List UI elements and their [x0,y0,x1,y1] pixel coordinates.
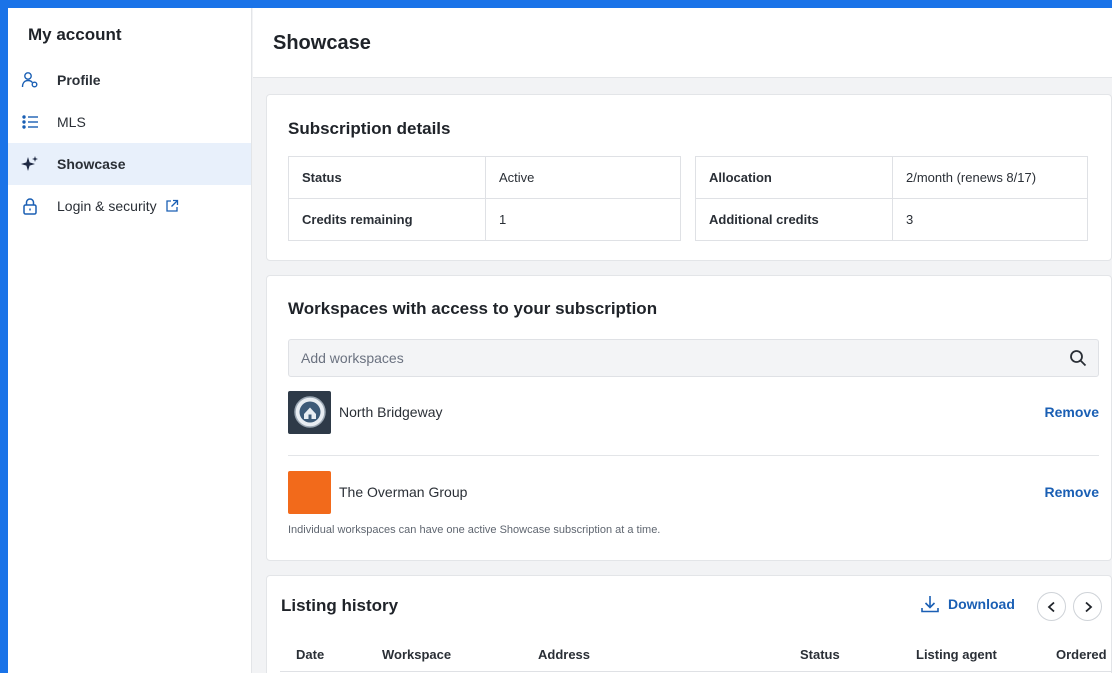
table-row: Allocation 2/month (renews 8/17) [695,156,1088,199]
user-badge-icon [21,71,39,89]
page-title: Showcase [273,32,371,54]
sidebar-item-label: Login & security [57,198,157,214]
workspace-logo [288,470,331,514]
sidebar-item-label: Profile [57,72,101,88]
status-label: Status [288,156,486,199]
sparkle-icon [21,155,39,173]
sidebar-nav: Profile MLS Showcase Login & security [8,59,251,227]
next-page-button[interactable] [1073,592,1102,621]
divider [280,671,1112,672]
table-row: Credits remaining 1 [288,198,681,241]
list-item: North Bridgeway Remove [288,389,1099,435]
column-header-ordered: Ordered [1056,647,1107,662]
divider [288,455,1099,456]
table-row: Additional credits 3 [695,198,1088,241]
external-link-icon [165,199,179,213]
column-header-date: Date [296,647,325,662]
search-icon[interactable] [1058,340,1098,376]
sidebar-item-mls[interactable]: MLS [8,101,251,143]
sidebar-item-showcase[interactable]: Showcase [8,143,251,185]
column-header-listing-agent: Listing agent [916,647,997,662]
subscription-details-card: Subscription details Status Active Credi… [266,94,1112,261]
sidebar-item-login-security[interactable]: Login & security [8,185,251,227]
workspaces-card: Workspaces with access to your subscript… [266,275,1112,561]
download-button[interactable]: Download [920,594,1015,614]
column-header-status: Status [800,647,840,662]
table-row: Status Active [288,156,681,199]
allocation-value: 2/month (renews 8/17) [892,156,1088,199]
additional-credits-label: Additional credits [695,198,893,241]
sidebar: My account Profile MLS Showcase Login & … [8,8,252,673]
app-frame: My account Profile MLS Showcase Login & … [8,8,1112,673]
column-header-address: Address [538,647,591,662]
download-label: Download [948,596,1015,612]
sidebar-title: My account [28,25,122,44]
listing-history-card: Listing history Download Date Workspace … [266,575,1112,673]
column-header-workspace: Workspace [382,647,452,662]
sidebar-item-label: Showcase [57,156,126,172]
download-icon [921,596,939,613]
lock-icon [21,197,39,215]
chevron-right-icon [1084,601,1092,612]
workspace-name: North Bridgeway [339,404,443,420]
page-header: Showcase [253,8,1112,78]
add-workspaces-input[interactable] [301,350,1058,366]
workspaces-note: Individual workspaces can have one activ… [288,524,661,536]
subscription-left-table: Status Active Credits remaining 1 [288,156,681,241]
list-icon [21,113,39,131]
status-value: Active [485,156,681,199]
subscription-details-heading: Subscription details [288,119,451,138]
remove-workspace-button[interactable]: Remove [1045,404,1099,420]
chevron-left-icon [1047,601,1055,612]
allocation-label: Allocation [695,156,893,199]
main-content: Showcase Subscription details Status Act… [253,8,1112,673]
sidebar-item-label: MLS [57,114,86,130]
workspace-name: The Overman Group [339,484,468,500]
workspaces-heading: Workspaces with access to your subscript… [288,299,658,318]
list-item: The Overman Group Remove [288,469,1099,515]
subscription-right-table: Allocation 2/month (renews 8/17) Additio… [695,156,1088,241]
credits-remaining-label: Credits remaining [288,198,486,241]
additional-credits-value: 3 [892,198,1088,241]
credits-remaining-value: 1 [485,198,681,241]
sidebar-item-profile[interactable]: Profile [8,59,251,101]
workspace-logo [288,390,331,434]
add-workspaces-search [288,339,1099,377]
previous-page-button[interactable] [1037,592,1066,621]
listing-history-heading: Listing history [281,596,399,615]
remove-workspace-button[interactable]: Remove [1045,484,1099,500]
